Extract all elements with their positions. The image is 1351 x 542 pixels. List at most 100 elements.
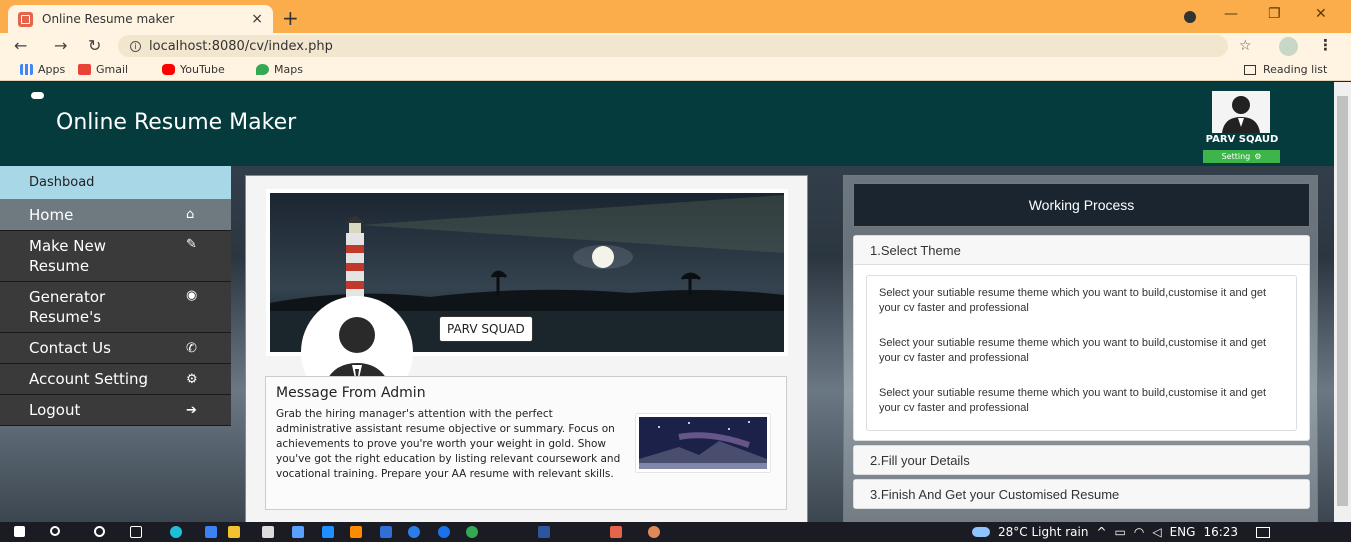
xampp-icon[interactable] [610,526,622,538]
address-bar-row: ← → ↻ i localhost:8080/cv/index.php ☆ ⋮ [0,33,1351,59]
sidebar-item-account-setting[interactable]: Account Setting ⚙ [0,364,231,395]
tab-close-button[interactable]: × [251,11,263,27]
bookmarks-bar: Apps Gmail YouTube Maps Reading list [0,59,1351,81]
bookmark-star-icon[interactable]: ☆ [1239,38,1252,54]
chrome-window-icon[interactable] [648,526,660,538]
site-favicon-icon [18,11,33,27]
cortana-icon[interactable] [94,526,105,537]
tab-title: Online Resume maker [42,12,175,26]
close-window-icon[interactable]: ✕ [1315,6,1327,22]
language-indicator[interactable]: ENG [1170,525,1196,539]
info-icon[interactable]: i [130,40,141,52]
app-icon[interactable] [408,526,420,538]
clock-time[interactable]: 16:23 [1203,525,1238,539]
sidebar-item-contact-us[interactable]: Contact Us ✆ [0,333,231,364]
bookmark-apps[interactable]: Apps [20,63,65,76]
person-silhouette-icon [1212,91,1270,133]
sidebar-item-home[interactable]: Home ⌂ [0,199,231,231]
task-view-icon[interactable] [130,526,142,538]
search-icon[interactable] [50,526,60,536]
sidebar-item-logout[interactable]: Logout ➔ [0,395,231,426]
accordion-header-fill-details[interactable]: 2.Fill your Details [854,446,1309,474]
word-icon[interactable] [538,526,550,538]
reload-icon[interactable]: ↻ [88,36,101,55]
step-description: Select your sutiable resume theme which … [879,387,1267,414]
page-scrollbar[interactable] [1334,82,1351,522]
accordion-header-finish[interactable]: 3.Finish And Get your Customised Resume [854,480,1309,508]
bookmark-gmail[interactable]: Gmail [78,63,128,76]
weather-text[interactable]: 28°C Light rain [998,525,1088,539]
accordion-step-1: 1.Select Theme Select your sutiable resu… [853,235,1310,441]
windows-start-icon[interactable] [14,526,25,537]
accordion-step-3: 3.Finish And Get your Customised Resume [853,479,1310,509]
restore-icon[interactable]: ❐ [1268,6,1281,22]
folder-icon[interactable] [228,526,240,538]
accordion-step-2: 2.Fill your Details [853,445,1310,475]
sidebar: Dashboad Home ⌂ Make New Resume ✎ Genera… [0,166,231,426]
record-icon[interactable] [1184,11,1196,23]
working-process-title: Working Process [853,183,1310,227]
windows-taskbar: 28°C Light rain ^ ▭ ◠ ◁ ENG 16:23 [0,522,1351,542]
menu-dots-icon[interactable]: ⋮ [1318,36,1333,54]
cover-name-label: PARV SQUAD [439,316,533,342]
admin-message-text: Grab the hiring manager's attention with… [276,408,621,480]
accordion-header-select-theme[interactable]: 1.Select Theme [854,236,1309,265]
chevron-up-icon[interactable]: ^ [1096,525,1106,539]
edit-icon: ✎ [186,237,197,252]
vlc-icon[interactable] [350,526,362,538]
gear-icon: ⚙ [1254,152,1262,161]
step-description: Select your sutiable resume theme which … [879,287,1267,314]
user-icon: ◉ [186,288,198,303]
youtube-icon [162,64,175,75]
reading-list-button[interactable]: Reading list [1244,63,1327,76]
sidebar-item-make-new-resume[interactable]: Make New Resume ✎ [0,231,231,282]
app-icon[interactable] [380,526,392,538]
app-icon[interactable] [438,526,450,538]
web-page: Online Resume Maker PARV SQAUD Setting ⚙… [0,82,1334,522]
browser-tab-bar: Online Resume maker × + — ❐ ✕ [0,0,1351,33]
admin-message-box: Message From Admin Grab the hiring manag… [265,376,787,510]
sidebar-item-generator-resumes[interactable]: Generator Resume's ◉ [0,282,231,333]
wifi-icon[interactable]: ◠ [1134,525,1144,539]
home-icon: ⌂ [186,207,195,222]
notification-icon[interactable] [1256,526,1271,538]
night-sky-image [639,417,767,469]
file-explorer-icon[interactable] [205,526,217,538]
profile-avatar[interactable] [1279,37,1298,56]
apps-grid-icon [20,64,33,75]
browser-tab[interactable]: Online Resume maker × [8,5,273,33]
url-input[interactable]: i localhost:8080/cv/index.php [118,35,1228,57]
mail-icon[interactable] [322,526,334,538]
chrome-icon[interactable] [466,526,478,538]
store-icon[interactable] [262,526,274,538]
maps-pin-icon [256,64,269,75]
new-tab-button[interactable]: + [282,6,299,30]
site-header: Online Resume Maker PARV SQAUD Setting ⚙ [0,82,1334,166]
bookmark-maps[interactable]: Maps [256,63,303,76]
admin-message-title: Message From Admin [276,385,426,401]
system-tray: 28°C Light rain ^ ▭ ◠ ◁ ENG 16:23 [972,525,1271,539]
accordion-body-select-theme: Select your sutiable resume theme which … [866,275,1297,431]
forward-icon[interactable]: → [54,36,67,55]
volume-icon[interactable]: ◁ [1152,525,1161,539]
minimize-icon[interactable]: — [1224,6,1238,22]
admin-message-image [636,414,770,472]
gear-icon: ⚙ [186,371,198,387]
sidebar-dashboard-heading: Dashboad [0,166,231,199]
profile-picture [1212,91,1270,133]
battery-icon[interactable]: ▭ [1115,525,1126,539]
working-process-panel: Working Process 1.Select Theme Select yo… [843,175,1318,522]
bookmark-youtube[interactable]: YouTube [162,63,225,76]
scrollbar-thumb[interactable] [1337,96,1348,506]
setting-button[interactable]: Setting ⚙ [1203,150,1280,163]
app-icon[interactable] [292,526,304,538]
cloud-icon [31,92,44,99]
gmail-icon [78,64,91,75]
profile-name: PARV SQAUD [1205,134,1279,145]
reading-list-icon [1244,64,1256,75]
step-description: Select your sutiable resume theme which … [879,337,1267,364]
back-icon[interactable]: ← [14,36,27,55]
phone-icon: ✆ [186,340,197,356]
weather-icon [972,527,990,537]
edge-icon[interactable] [170,526,182,538]
